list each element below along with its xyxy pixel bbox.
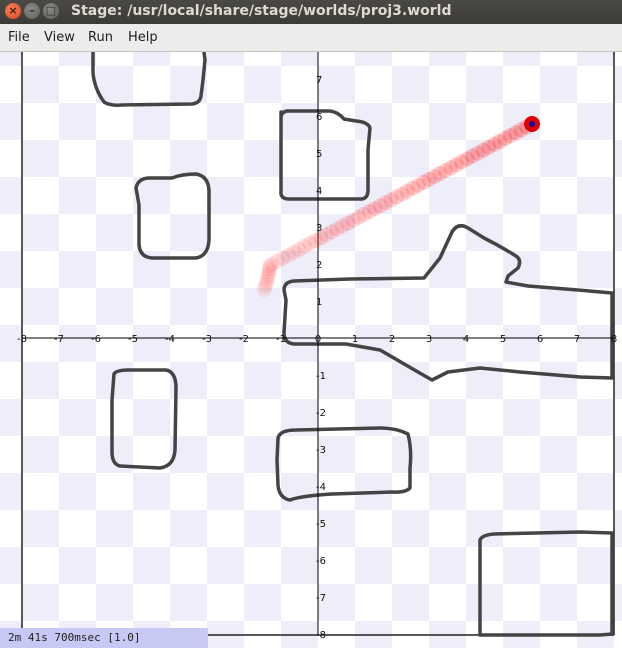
x-tick-label: 6 xyxy=(537,334,543,345)
y-tick-label: -6 xyxy=(316,556,326,567)
y-tick-label: 7 xyxy=(316,75,322,86)
y-tick-label: 2 xyxy=(316,260,322,271)
x-tick-label: 7 xyxy=(574,334,580,345)
x-tick-label: 3 xyxy=(426,334,432,345)
menu-file[interactable]: File xyxy=(8,30,30,45)
y-tick-label: -2 xyxy=(316,408,326,419)
menu-view[interactable]: View xyxy=(44,30,75,45)
menu-bar: File View Run Help xyxy=(0,24,622,52)
world-canvas[interactable]: -8 -7 -6 -5 -4 -3 -2 -1 0 1 2 3 4 5 6 7 8 7 6 5 4 3 2 1 -1 -2 -3-… xyxy=(0,50,622,648)
checker-floor xyxy=(0,52,622,648)
x-tick-label: -6 xyxy=(91,334,101,345)
x-tick-label: 4 xyxy=(463,334,469,345)
minimize-window-button[interactable]: – xyxy=(24,3,40,19)
y-tick-label: -5 xyxy=(316,519,326,530)
status-bar: 2m 41s 700msec [1.0] xyxy=(0,628,208,648)
y-tick-label: -7 xyxy=(316,593,326,604)
y-tick-label: 4 xyxy=(316,186,322,197)
menu-run[interactable]: Run xyxy=(88,30,113,45)
world-view[interactable]: -8 -7 -6 -5 -4 -3 -2 -1 0 1 2 3 4 5 6 7 8 7654321-1-2-3-… xyxy=(0,50,622,648)
y-tick-label: 1 xyxy=(316,297,322,308)
maximize-window-button[interactable]: □ xyxy=(43,3,59,19)
x-tick-label: 8 xyxy=(611,334,617,345)
y-tick-label: 6 xyxy=(316,112,322,123)
title-bar: × – □ Stage: /usr/local/share/stage/worl… xyxy=(0,0,622,24)
x-tick-label: -5 xyxy=(128,334,138,345)
y-tick-label: -1 xyxy=(316,371,326,382)
window-title: Stage: /usr/local/share/stage/worlds/pro… xyxy=(71,3,452,19)
robot-center-marker xyxy=(529,121,535,127)
x-tick-label: -7 xyxy=(54,334,64,345)
x-tick-label: -1 xyxy=(276,334,286,345)
y-tick-label: -3 xyxy=(316,445,326,456)
x-tick-label: -4 xyxy=(165,334,175,345)
x-tick-label: -8 xyxy=(17,334,27,345)
x-tick-label: -3 xyxy=(202,334,212,345)
y-tick-label: -8 xyxy=(316,630,326,641)
x-tick-label: 5 xyxy=(500,334,506,345)
x-tick-label: 1 xyxy=(352,334,358,345)
x-tick-label: 0 xyxy=(315,334,321,345)
x-tick-label: -2 xyxy=(239,334,249,345)
y-tick-label: -4 xyxy=(316,482,326,493)
close-window-button[interactable]: × xyxy=(5,3,21,19)
menu-help[interactable]: Help xyxy=(128,30,158,45)
x-tick-label: 2 xyxy=(389,334,395,345)
status-time-text: 2m 41s 700msec [1.0] xyxy=(8,631,141,644)
y-tick-label: 5 xyxy=(316,149,322,160)
